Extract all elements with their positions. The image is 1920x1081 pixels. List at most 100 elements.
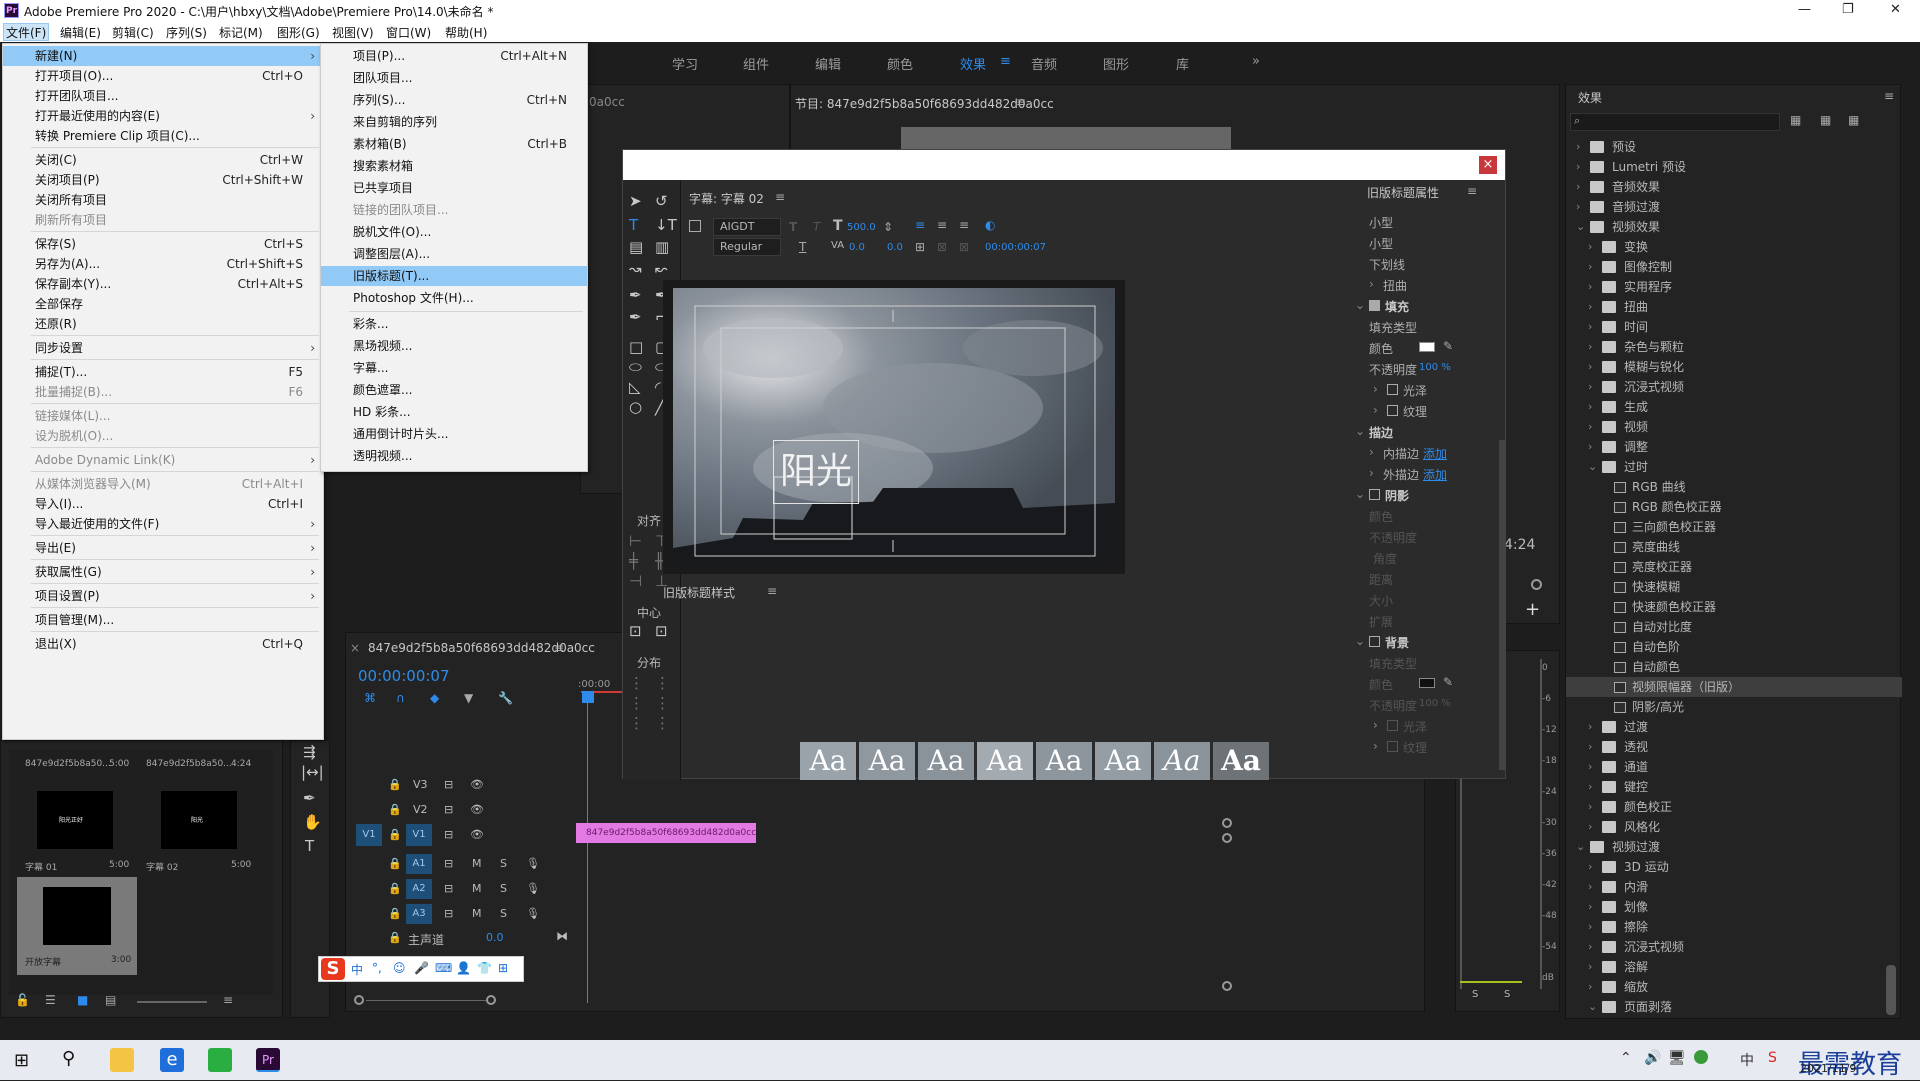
file-menu-item[interactable]: 获取属性(G) › [3, 562, 323, 582]
new-title-icon[interactable] [689, 220, 701, 232]
background-timecode[interactable]: 00:00:00:07 [985, 242, 1046, 253]
new-menu-item[interactable]: 通用倒计时片头... [321, 424, 587, 444]
icon-view-icon[interactable]: ■ [77, 993, 88, 1007]
new-menu-item[interactable]: HD 彩条... [321, 402, 587, 422]
solo-button[interactable]: S [500, 907, 507, 929]
file-menu-item[interactable]: 导出(E) › [3, 538, 323, 558]
sync-lock-icon[interactable]: ⊟ [444, 857, 453, 879]
checkbox[interactable] [1369, 489, 1380, 500]
font-family-select[interactable]: AIGDT [713, 218, 781, 236]
menu-edit[interactable]: 编辑(E) [58, 24, 103, 41]
tray-app-icon[interactable] [1694, 1050, 1708, 1064]
prop-row[interactable]: 大小 [1355, 590, 1505, 610]
effects-tree-item[interactable]: 阴影/高光 [1566, 697, 1902, 717]
track-label-a1[interactable]: A1 [406, 854, 432, 874]
vscroll-handle-icon[interactable] [1222, 981, 1232, 991]
lock-icon[interactable]: 🔒 [388, 778, 402, 800]
prop-row[interactable]: 不透明度 [1355, 527, 1505, 547]
distribute-icon[interactable]: ⋮ [629, 714, 644, 732]
new-menu-item[interactable]: 颜色遮罩... [321, 380, 587, 400]
effects-tree-item[interactable]: › 扭曲 [1566, 297, 1902, 317]
mic-icon[interactable]: 🎙 [526, 907, 540, 929]
ws-audio[interactable]: 音频 [1031, 54, 1057, 73]
prop-value[interactable]: 100 % [1419, 362, 1451, 373]
panel-menu-icon[interactable]: ≡ [1467, 184, 1477, 198]
new-menu-item[interactable]: 素材箱(B) Ctrl+B [321, 134, 587, 154]
ime-tool-icon[interactable]: 🎤 [414, 961, 429, 975]
maximize-icon[interactable]: ❐ [1842, 2, 1854, 17]
effects-tree-item[interactable]: 视频限幅器（旧版） [1566, 677, 1902, 697]
distribute-icon[interactable]: ⋮ [629, 694, 644, 712]
background-video-icon[interactable]: ◐ [985, 218, 995, 232]
file-menu-item[interactable]: 从媒体浏览器导入(M) Ctrl+Alt+I [3, 474, 323, 494]
effects-tree-item[interactable]: ⌄ 视频效果 [1566, 217, 1902, 237]
effects-tree-item[interactable]: › 溶解 [1566, 957, 1902, 977]
chevron-right-icon[interactable]: › [1588, 857, 1592, 877]
prop-row[interactable]: › 光泽 [1355, 716, 1505, 736]
pen-tool-icon[interactable]: ✒ [629, 286, 642, 304]
prop-row[interactable]: › 外描边 添加 [1355, 464, 1505, 484]
pen-tool-icon[interactable]: ✒ [303, 789, 316, 807]
prop-row[interactable]: 扩展 [1355, 611, 1505, 631]
eyedropper-icon[interactable]: ✎ [1443, 339, 1453, 353]
title-style-sample[interactable]: Aa [859, 742, 915, 780]
effects-tree-item[interactable]: › 模糊与锐化 [1566, 357, 1902, 377]
solo-right-button[interactable]: S [1504, 989, 1510, 1000]
file-explorer-icon[interactable] [110, 1048, 134, 1072]
distribute-icon[interactable]: ⋮ [629, 674, 644, 692]
file-menu-item[interactable]: 项目设置(P) › [3, 586, 323, 606]
prop-row[interactable]: 小型 [1355, 233, 1505, 253]
zoom-slider[interactable] [137, 1001, 207, 1003]
program-monitor-title[interactable]: 节目: 847e9d2f5b8a50f68693dd482d0a0cc [795, 95, 1054, 112]
align-right-icon[interactable]: ⊣ [629, 572, 642, 590]
ime-tool-icon[interactable]: ☺ [393, 961, 406, 975]
align-left-text-icon[interactable]: ≡ [915, 218, 925, 232]
file-menu-item[interactable]: 保存(S) Ctrl+S [3, 234, 323, 254]
align-right-text-icon[interactable]: ≡ [959, 218, 969, 232]
leading-value[interactable]: 0.0 [887, 242, 903, 253]
chevron-right-icon[interactable]: › [1576, 177, 1580, 197]
chevron-right-icon[interactable]: › [1588, 957, 1592, 977]
prop-row[interactable]: 不透明度 100 % [1355, 695, 1505, 715]
close-icon[interactable]: ✕ [1890, 2, 1901, 17]
title-style-sample[interactable]: Aa [918, 742, 974, 780]
effects-tree-item[interactable]: › 生成 [1566, 397, 1902, 417]
effects-tree-item[interactable]: 自动对比度 [1566, 617, 1902, 637]
arc-tool-icon[interactable]: ◜ [655, 378, 661, 396]
yuv-effects-icon[interactable]: ▦ [1848, 113, 1859, 127]
chevron-right-icon[interactable]: › [1576, 197, 1580, 217]
playhead-icon[interactable] [582, 691, 594, 703]
title-style-sample[interactable]: Aa [1154, 742, 1210, 780]
menu-sequence[interactable]: 序列(S) [164, 24, 209, 41]
chevron-down-icon[interactable]: ⌄ [1576, 837, 1585, 857]
chevron-right-icon[interactable]: › [1373, 382, 1378, 396]
underline-icon[interactable]: T [799, 240, 806, 254]
effects-tree-item[interactable]: › 缩放 [1566, 977, 1902, 997]
tab-stops-icon[interactable]: ⊞ [915, 240, 925, 254]
ws-learn[interactable]: 学习 [672, 54, 698, 73]
checkbox[interactable] [1387, 741, 1398, 752]
prop-value[interactable]: 100 % [1419, 698, 1451, 709]
chevron-right-icon[interactable]: › [1588, 317, 1592, 337]
chevron-right-icon[interactable]: › [1369, 445, 1374, 459]
premiere-taskbar-icon[interactable]: Pr [256, 1048, 280, 1072]
track-label-v1[interactable]: V1 [406, 824, 432, 846]
chevron-down-icon[interactable]: ⌄ [1355, 487, 1365, 501]
title-canvas[interactable] [673, 288, 1115, 566]
chevron-right-icon[interactable]: › [1588, 897, 1592, 917]
mic-icon[interactable]: 🎙 [526, 857, 540, 879]
effects-tree-item[interactable]: ⌄ 页面剥落 [1566, 997, 1902, 1017]
volume-icon[interactable]: 🔊 [1644, 1050, 1661, 1066]
checkbox[interactable] [1387, 720, 1398, 731]
panel-menu-icon[interactable]: ≡ [775, 190, 785, 204]
file-menu-item[interactable]: 打开最近使用的内容(E) › [3, 106, 323, 126]
prop-row[interactable]: 距离 [1355, 569, 1505, 589]
overflow-icon[interactable]: » [1252, 54, 1260, 69]
source-patch-v1[interactable]: V1 [356, 824, 382, 846]
project-thumb[interactable]: 阳光 [161, 791, 237, 849]
network-icon[interactable]: 🖥 [1668, 1050, 1686, 1066]
new-menu-item[interactable]: 团队项目... [321, 68, 587, 88]
new-menu-item[interactable]: 链接的团队项目... [321, 200, 587, 220]
accelerated-effects-icon[interactable]: ▦ [1790, 113, 1801, 127]
effects-tree-item[interactable]: › 图像控制 [1566, 257, 1902, 277]
